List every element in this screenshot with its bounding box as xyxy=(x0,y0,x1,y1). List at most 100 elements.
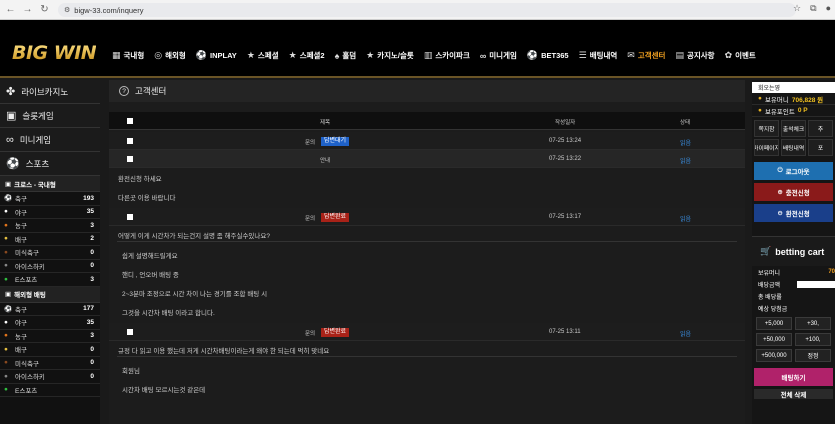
table-header: 제목 작성일자 상태 xyxy=(109,112,745,130)
sidebar-sport-item[interactable]: ● 배구 2 xyxy=(0,233,100,246)
nav-item-2[interactable]: ⚽ INPLAY xyxy=(196,50,237,61)
attendance-button[interactable]: 출석체크 xyxy=(781,120,806,137)
sidebar-sport-item[interactable]: ● 아이스하키 0 xyxy=(0,370,100,384)
sidebar-sport-item[interactable]: ● 미식축구 0 xyxy=(0,246,100,260)
chip-500000[interactable]: +500,000 xyxy=(756,349,792,362)
reload-icon[interactable]: ↻ xyxy=(38,3,51,16)
row-type: 안내 xyxy=(320,158,331,164)
messages-button[interactable]: 쪽지함 xyxy=(754,120,779,137)
deposit-label: 충전신청 xyxy=(785,190,810,197)
sidebar-category-1[interactable]: ▣ 슬롯게임 xyxy=(0,104,100,128)
cart-money-value: 70 xyxy=(828,269,835,275)
cart-money-line: 보유머니 70 xyxy=(752,266,835,278)
chip-30000[interactable]: +30, xyxy=(795,317,831,330)
deposit-button[interactable]: ⊕ 충전신청 xyxy=(754,183,833,201)
sidebar-sport-item[interactable]: ● E스포츠 3 xyxy=(0,273,100,287)
volleyball-icon: ● xyxy=(4,345,8,353)
nav-item-1[interactable]: ◎ 해외형 xyxy=(154,50,186,61)
sidebar-sport-item[interactable]: ● 야구 35 xyxy=(0,316,100,330)
forward-icon[interactable]: → xyxy=(21,3,34,16)
row-status[interactable]: 읽음 xyxy=(680,329,691,338)
extra-button[interactable]: 추 xyxy=(808,120,833,137)
point-button[interactable]: 포 xyxy=(808,139,833,156)
answer-text: 쉽게 설명해드릴게요 xyxy=(122,253,178,260)
nav-item-7[interactable]: ▥ 스카이파크 xyxy=(424,50,470,61)
select-all-checkbox[interactable] xyxy=(127,118,133,124)
delete-all-button[interactable]: 전체 삭제 xyxy=(754,389,833,399)
nav-item-9[interactable]: ⚽ BET365 xyxy=(527,50,569,61)
sidebar-category-label: 라이브카지노 xyxy=(21,86,69,97)
row-status[interactable]: 읽음 xyxy=(680,138,691,147)
header-title: 제목 xyxy=(320,120,331,126)
address-bar[interactable]: ⚙ bigw-33.com/inquery xyxy=(58,3,796,17)
row-type: 문의 xyxy=(305,140,316,146)
table-row[interactable]: 안내 07-25 13:22 읽음 xyxy=(109,150,745,168)
row-checkbox[interactable] xyxy=(127,138,133,144)
soccer-icon: ⚽ xyxy=(4,305,13,313)
sidebar-sport-item[interactable]: ⚽ 축구 193 xyxy=(0,192,100,206)
row-date: 07-25 13:24 xyxy=(549,138,582,144)
extensions-icon[interactable]: ⧉ xyxy=(810,3,816,14)
table-row[interactable]: 문의 답변완료 07-25 13:11 읽음 xyxy=(109,323,745,341)
nav-item-0[interactable]: ▦ 국내형 xyxy=(112,50,144,61)
nav-item-11[interactable]: ✉ 고객센터 xyxy=(627,50,665,61)
sport-label: 배구 xyxy=(15,347,27,355)
sport-count: 3 xyxy=(90,332,94,340)
point-label: 보유포인트 xyxy=(764,108,795,116)
panel-header: ? 고객센터 xyxy=(109,80,745,102)
logout-button[interactable]: ⏻ 로그아웃 xyxy=(754,162,833,180)
site-logo[interactable]: BIG WIN xyxy=(12,42,97,64)
withdraw-button[interactable]: ⊖ 환전신청 xyxy=(754,204,833,222)
row-checkbox[interactable] xyxy=(127,156,133,162)
list-icon: ☰ xyxy=(578,50,587,60)
nav-item-4[interactable]: ★ 스페셜2 xyxy=(289,50,325,61)
nav-item-3[interactable]: ★ 스페셜 xyxy=(247,50,279,61)
section-title: 해외형 배팅 xyxy=(14,292,46,299)
total-odds-line: 총 배당률 xyxy=(752,290,835,302)
row-status[interactable]: 읽음 xyxy=(680,214,691,223)
divider xyxy=(117,241,737,242)
nav-item-5[interactable]: ♠ 홀덤 xyxy=(335,50,357,61)
header-status: 상태 xyxy=(680,120,691,126)
sidebar-sport-item[interactable]: ● 농구 3 xyxy=(0,330,100,343)
nav-item-8[interactable]: ∞ 미니게임 xyxy=(480,50,517,61)
chip-100000[interactable]: +100, xyxy=(795,333,831,346)
bet-amount-label: 배당금액 xyxy=(758,282,781,289)
sidebar-sport-item[interactable]: ● 아이스하키 0 xyxy=(0,260,100,273)
nav-label: 해외형 xyxy=(165,51,186,60)
point-line: ● 보유포인트 0 P xyxy=(752,105,835,117)
profile-icon[interactable]: ● xyxy=(826,3,831,14)
chip-correct[interactable]: 정정 xyxy=(795,349,831,362)
row-status[interactable]: 읽음 xyxy=(680,156,691,165)
nav-item-12[interactable]: ▤ 공지사항 xyxy=(675,50,714,61)
sidebar-category-2[interactable]: ∞ 미니게임 xyxy=(0,128,100,152)
back-icon[interactable]: ← xyxy=(4,3,17,16)
row-checkbox[interactable] xyxy=(127,214,133,220)
nav-item-13[interactable]: ✿ 이벤트 xyxy=(725,50,756,61)
site-info-icon[interactable]: ⚙ xyxy=(64,6,70,14)
nav-item-10[interactable]: ☰ 배팅내역 xyxy=(579,50,618,61)
bet-amount-input[interactable] xyxy=(796,280,835,288)
inquiry-text: 규정 다 읽고 이용 했는데 저게 시간차배팅이라는게 왜야 한 되는데 먹히 … xyxy=(118,348,330,355)
sidebar-sport-item[interactable]: ● E스포츠 xyxy=(0,384,100,397)
row-checkbox[interactable] xyxy=(127,329,133,335)
bet-history-button[interactable]: 배팅내역 xyxy=(781,139,806,156)
place-bet-button[interactable]: 배팅하기 xyxy=(754,368,833,386)
sidebar-category-0[interactable]: ✤ 라이브카지노 xyxy=(0,80,100,104)
table-row[interactable]: 문의 답변대기 07-25 13:24 읽음 xyxy=(109,132,745,150)
table-row[interactable]: 문의 답변완료 07-25 13:17 읽음 xyxy=(109,208,745,226)
chip-50000[interactable]: +50,000 xyxy=(756,333,792,346)
bookmark-star-icon[interactable]: ☆ xyxy=(793,3,801,14)
nav-item-6[interactable]: ★ 카지노/슬롯 xyxy=(366,50,414,61)
sidebar-sport-item[interactable]: ● 농구 3 xyxy=(0,219,100,233)
sidebar-sport-item[interactable]: ● 미식축구 0 xyxy=(0,357,100,370)
football-icon: ● xyxy=(4,359,8,367)
section-title: 크로스 - 국내형 xyxy=(14,181,56,189)
sidebar-sport-item[interactable]: ● 야구 35 xyxy=(0,206,100,219)
sidebar-category-3[interactable]: ⚽ 스포츠 xyxy=(0,152,100,176)
mypage-button[interactable]: 마이페이지 xyxy=(754,139,779,156)
gamepad-icon: ∞ xyxy=(479,50,487,61)
chip-5000[interactable]: +5,000 xyxy=(756,317,792,330)
sidebar-sport-item[interactable]: ● 배구 0 xyxy=(0,343,100,357)
sidebar-sport-item[interactable]: ⚽ 축구 177 xyxy=(0,303,100,316)
